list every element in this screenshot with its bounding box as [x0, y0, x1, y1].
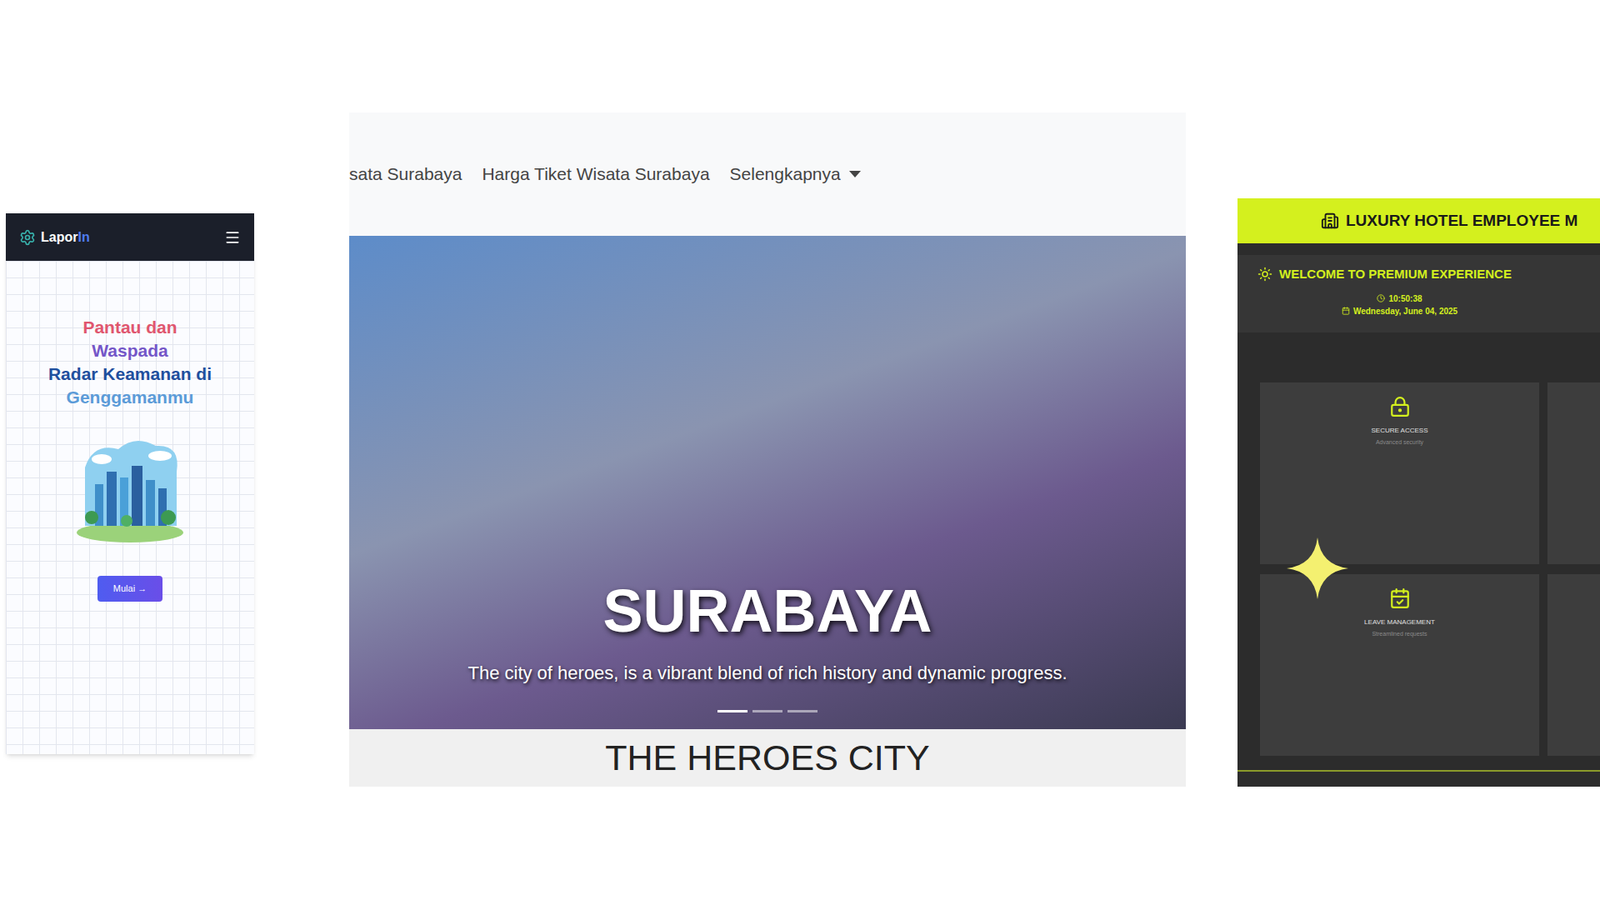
canvas: LaporIn Pantau danWaspadaRadar Keamanan d…	[0, 0, 1600, 900]
heroes-band: THE HEROES CITY	[349, 729, 1186, 787]
carousel-indicator[interactable]	[717, 710, 748, 713]
nav-item[interactable]: Selengkapnya	[730, 160, 861, 188]
sparkle-icon	[1286, 537, 1349, 600]
app-header: LaporIn	[5, 213, 255, 261]
clock-icon	[1376, 294, 1385, 303]
hotel-screenshot: LUXURY HOTEL EMPLOYEE M WELCOME TO PREMIU…	[1237, 198, 1600, 787]
carousel-indicators	[717, 710, 818, 713]
bottom-rule	[1237, 770, 1600, 772]
nav-item[interactable]: sata Surabaya	[349, 160, 462, 188]
hero-title: SURABAYA	[603, 580, 933, 641]
navbar: sata Surabaya Harga Tiket Wisata Surabaya…	[349, 112, 1186, 236]
feature-card[interactable]: LEAVE MANAGEMENTStreamlined requests	[1260, 574, 1540, 756]
brand[interactable]: LaporIn	[19, 227, 90, 248]
headline-line: Waspada	[91, 339, 168, 363]
leave-icon	[1389, 587, 1411, 610]
headline-line: Pantau dan	[82, 315, 177, 340]
menu-icon[interactable]	[224, 229, 241, 246]
date: Wednesday, June 04, 2025	[1341, 305, 1458, 318]
feature-card[interactable]	[1547, 574, 1600, 756]
carousel-indicator[interactable]	[752, 710, 783, 713]
welcome-strip: WELCOME TO PREMIUM EXPERIENCE 10:50:38Wed…	[1237, 255, 1600, 333]
logo-icon	[19, 229, 36, 246]
app-header: LUXURY HOTEL EMPLOYEE M	[1237, 198, 1600, 244]
hero-carousel: SURABAYA The city of heroes, is a vibrant…	[349, 235, 1186, 730]
feature-card[interactable]: SECURE ACCESSAdvanced security	[1260, 382, 1540, 565]
nav-item[interactable]: Harga Tiket Wisata Surabaya	[481, 160, 710, 188]
start-button[interactable]: Mulai →	[97, 575, 163, 602]
laporin-screenshot: LaporIn Pantau danWaspadaRadar Keamanan d…	[5, 213, 255, 755]
headline-line: Radar Keamanan di	[48, 362, 212, 386]
headline: Pantau danWaspadaRadar Keamanan diGengga…	[48, 315, 212, 410]
welcome-text: WELCOME TO PREMIUM EXPERIENCE	[1279, 265, 1512, 285]
headline-line: Genggamanmu	[66, 385, 195, 410]
city-illustration-icon	[68, 434, 192, 546]
caret-down-icon	[849, 170, 861, 178]
surabaya-screenshot: sata Surabaya Harga Tiket Wisata Surabaya…	[349, 112, 1186, 787]
sparkle-icon	[1257, 266, 1273, 282]
feature-card[interactable]	[1547, 382, 1600, 565]
app-body: Pantau danWaspadaRadar Keamanan diGengga…	[5, 260, 255, 755]
hotel-icon	[1320, 211, 1340, 230]
calendar-icon	[1341, 306, 1350, 315]
carousel-indicator[interactable]	[787, 710, 818, 713]
hero-caption: The city of heroes, is a vibrant blend o…	[450, 659, 1084, 687]
lock-icon	[1389, 395, 1411, 418]
clock: 10:50:38	[1376, 292, 1422, 305]
